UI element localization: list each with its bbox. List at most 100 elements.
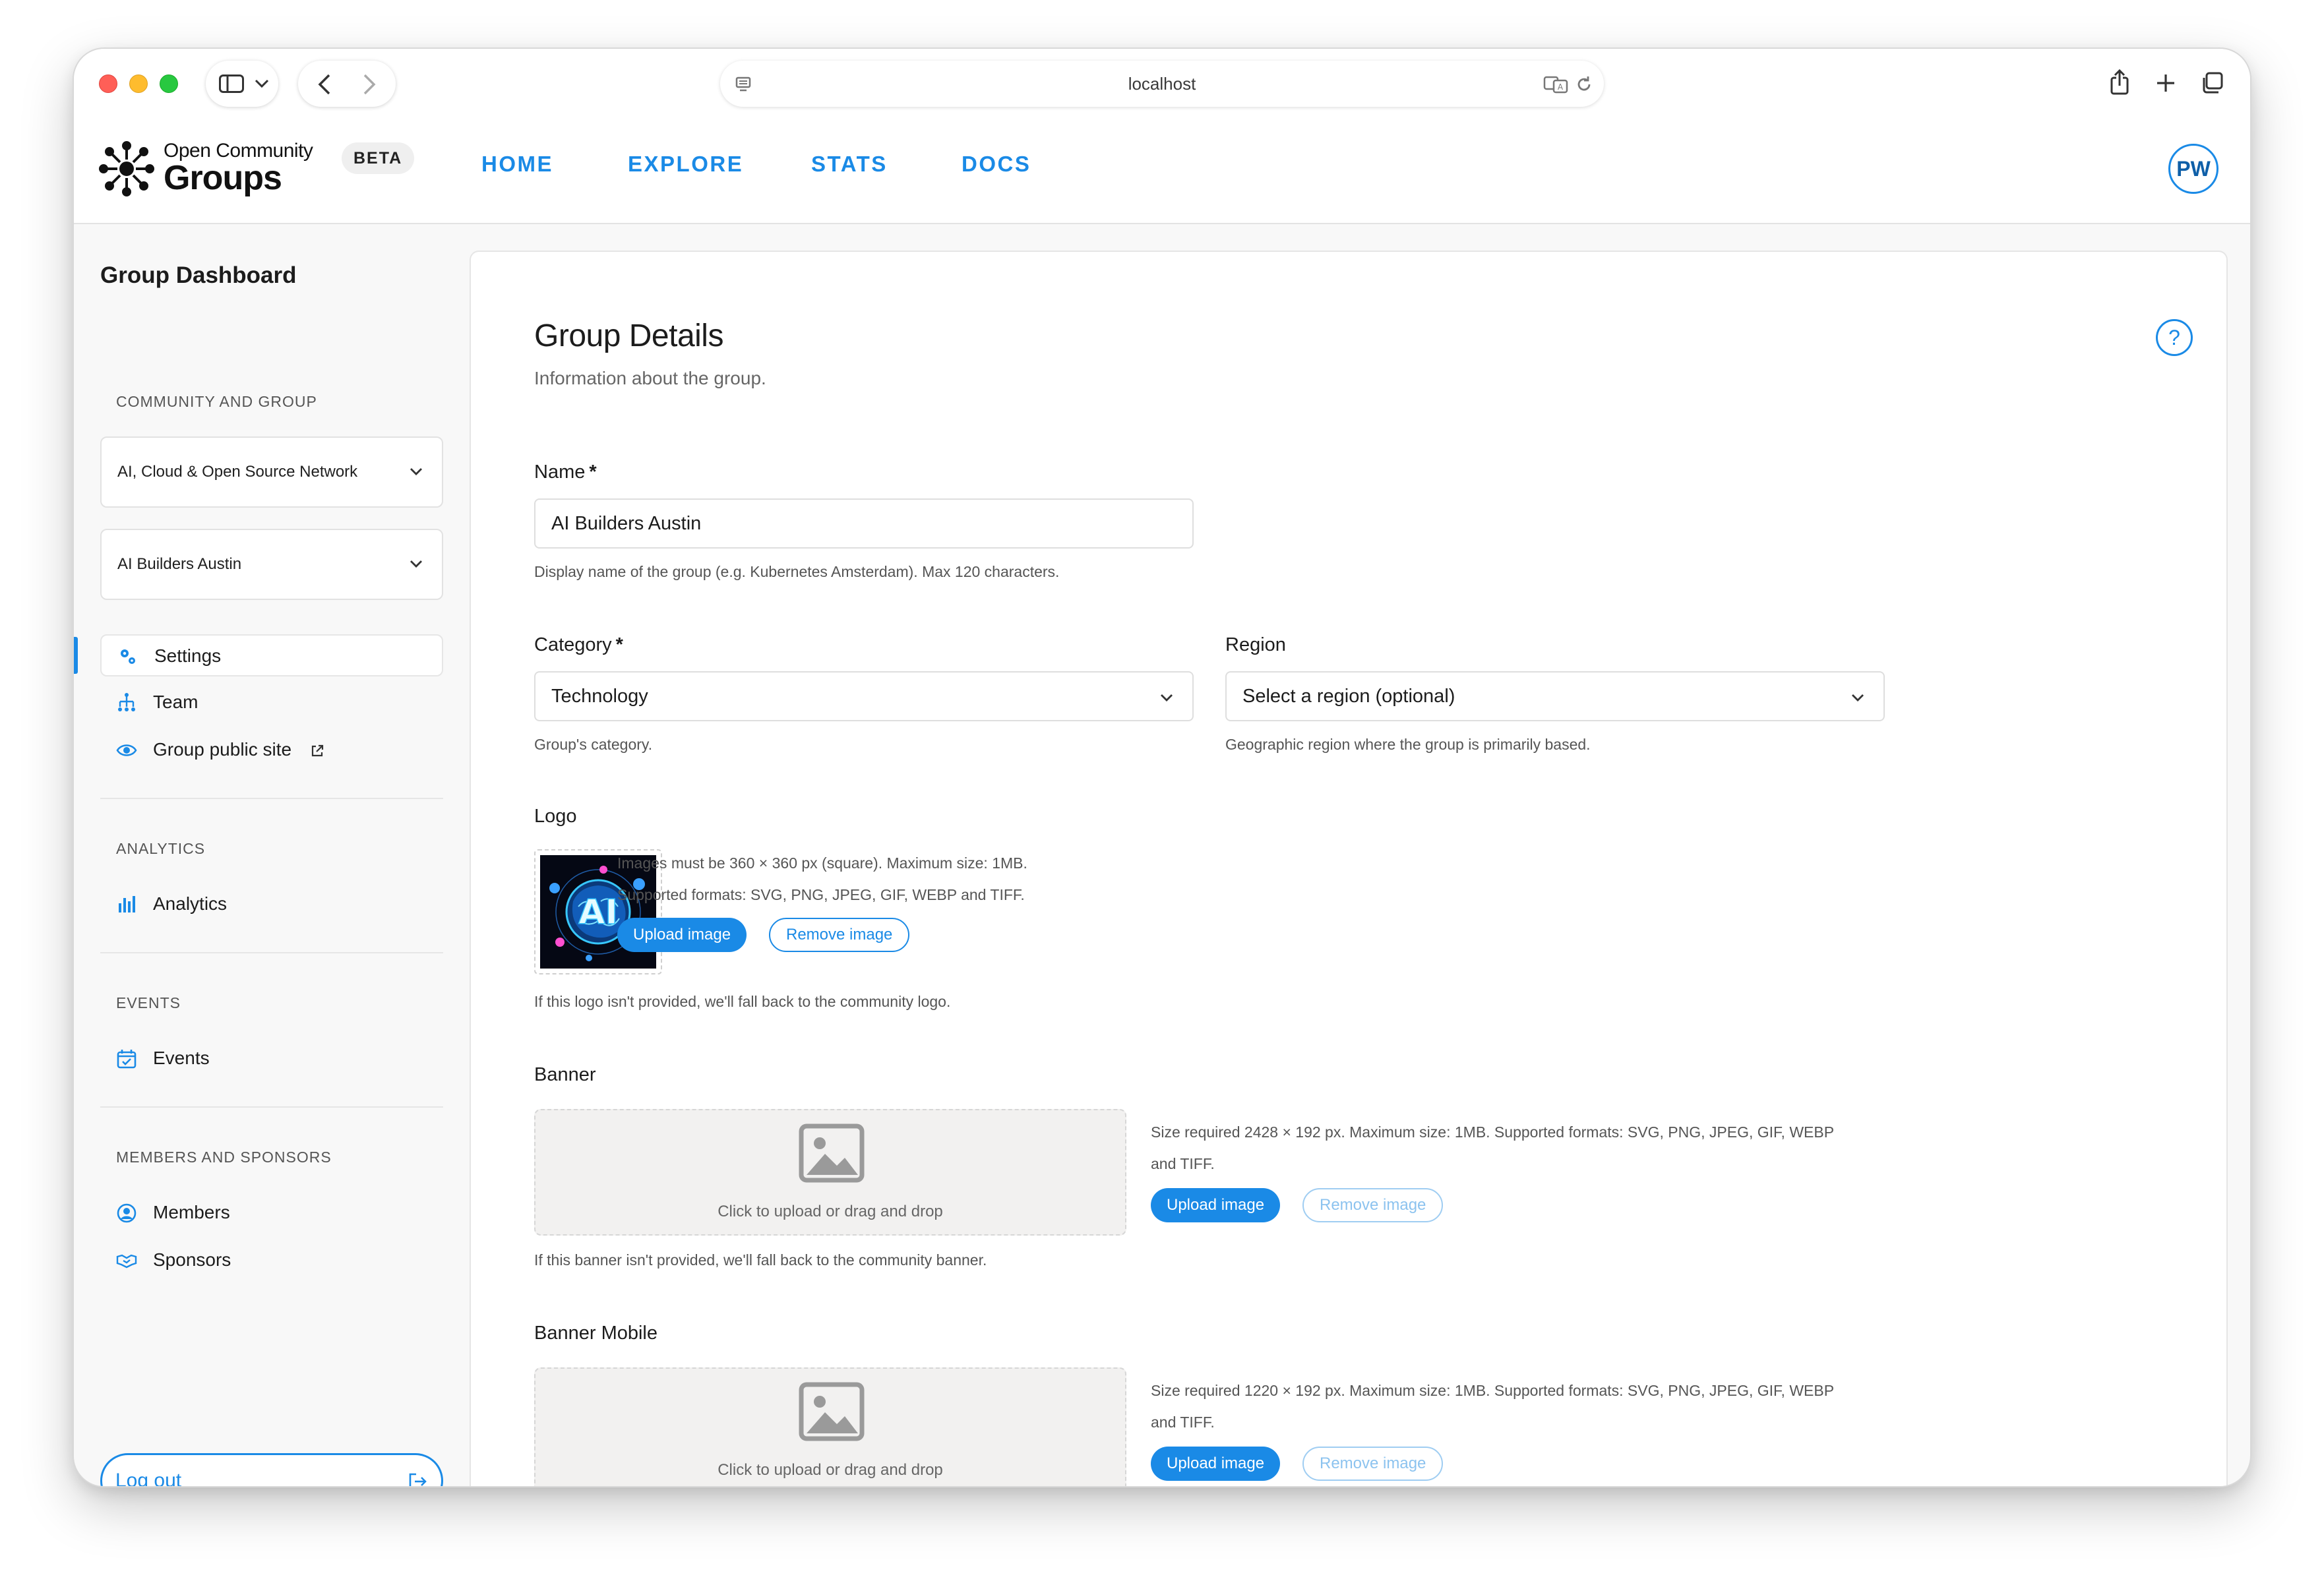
logout-button[interactable]: Log out	[100, 1453, 443, 1486]
banner-mobile-label: Banner Mobile	[534, 1323, 657, 1344]
nav-explore[interactable]: EXPLORE	[628, 152, 743, 177]
sidebar-item-label: Settings	[154, 645, 222, 666]
sidebar-item-label: Members	[153, 1202, 230, 1222]
category-select[interactable]: Technology	[534, 671, 1194, 721]
sidebar-item-analytics[interactable]: Analytics	[100, 883, 443, 926]
external-link-icon	[311, 744, 324, 757]
new-tab-icon[interactable]	[2155, 73, 2176, 94]
close-window-button[interactable]	[99, 75, 117, 93]
chevron-down-icon	[1161, 694, 1173, 702]
share-icon[interactable]	[2109, 69, 2130, 95]
banner-remove-button[interactable]: Remove image	[1302, 1188, 1444, 1222]
address-bar[interactable]: localhost A	[720, 61, 1604, 107]
banner-dropzone-text: Click to upload or drag and drop	[718, 1203, 943, 1220]
banner-hint: If this banner isn't provided, we'll fal…	[534, 1251, 987, 1269]
banner-mobile-dropzone[interactable]: Click to upload or drag and drop	[534, 1367, 1126, 1486]
banner-mobile-upload-button[interactable]: Upload image	[1151, 1447, 1281, 1481]
sidebar-title: Group Dashboard	[100, 262, 297, 288]
bar-chart-icon	[119, 896, 135, 912]
back-icon[interactable]	[318, 74, 331, 95]
brand-name-bottom: Groups	[164, 159, 282, 197]
section-analytics: ANALYTICS	[116, 840, 206, 857]
sidebar-item-label: Events	[153, 1048, 210, 1068]
sidebar-item-label: Analytics	[153, 893, 228, 914]
name-label: Name *	[534, 462, 597, 483]
required-marker: *	[589, 462, 597, 483]
sidebar-item-team[interactable]: Team	[100, 682, 443, 724]
eye-icon	[116, 744, 137, 756]
logo-remove-button[interactable]: Remove image	[769, 918, 910, 952]
name-input[interactable]: AI Builders Austin	[534, 498, 1194, 549]
sidebar: Group Dashboard COMMUNITY AND GROUP AI, …	[74, 225, 470, 1486]
logout-label: Log out	[115, 1470, 182, 1486]
sidebar-item-events[interactable]: Events	[100, 1038, 443, 1080]
site-header: Open Community Groups BETA HOME EXPLORE …	[74, 117, 2250, 224]
sidebar-divider	[100, 798, 443, 799]
sidebar-item-group-public-site[interactable]: Group public site	[100, 729, 443, 771]
forward-icon[interactable]	[363, 74, 376, 95]
group-details-panel: Group Details Information about the grou…	[470, 251, 2228, 1486]
banner-dropzone[interactable]: Click to upload or drag and drop	[534, 1109, 1126, 1236]
org-chart-icon	[118, 693, 135, 711]
region-hint: Geographic region where the group is pri…	[1225, 736, 1591, 753]
svg-text:A: A	[1558, 82, 1564, 92]
name-hint: Display name of the group (e.g. Kubernet…	[534, 563, 1060, 580]
history-nav-group	[298, 61, 396, 107]
sidebar-toggle-icon[interactable]	[219, 75, 244, 93]
reload-icon[interactable]	[1575, 75, 1593, 94]
banner-mobile-dropzone-text: Click to upload or drag and drop	[718, 1461, 943, 1479]
banner-label: Banner	[534, 1064, 596, 1085]
group-select-value: AI Builders Austin	[117, 555, 242, 573]
region-select[interactable]: Select a region (optional)	[1225, 671, 1885, 721]
help-icon[interactable]: ?	[2156, 319, 2193, 356]
section-community-and-group: COMMUNITY AND GROUP	[116, 393, 317, 410]
page-subtitle: Information about the group.	[534, 368, 766, 388]
community-select-value: AI, Cloud & Open Source Network	[117, 463, 358, 481]
group-select[interactable]: AI Builders Austin	[100, 529, 443, 600]
sidebar-item-label: Group public site	[153, 739, 292, 760]
banner-upload-button[interactable]: Upload image	[1151, 1188, 1281, 1222]
nav-home[interactable]: HOME	[481, 152, 553, 177]
required-marker: *	[615, 634, 623, 655]
beta-badge: BETA	[342, 142, 415, 174]
sidebar-item-members[interactable]: Members	[100, 1192, 443, 1234]
calendar-icon	[117, 1050, 137, 1069]
brand-logo-icon[interactable]	[99, 141, 154, 196]
sign-out-icon	[409, 1473, 427, 1486]
banner-mobile-remove-button[interactable]: Remove image	[1302, 1447, 1444, 1481]
banner-info-line1: Size required 2428 × 192 px. Maximum siz…	[1151, 1123, 1835, 1141]
user-avatar[interactable]: PW	[2168, 144, 2218, 194]
banner-mobile-info-line1: Size required 1220 × 192 px. Maximum siz…	[1151, 1382, 1835, 1399]
category-hint: Group's category.	[534, 736, 653, 753]
sidebar-divider	[100, 1106, 443, 1108]
user-circle-icon	[117, 1203, 137, 1223]
zoom-window-button[interactable]	[160, 75, 178, 93]
name-input-value: AI Builders Austin	[551, 513, 702, 534]
nav-stats[interactable]: STATS	[811, 152, 888, 177]
nav-docs[interactable]: DOCS	[962, 152, 1031, 177]
page-title: Group Details	[534, 318, 723, 353]
chevron-down-icon[interactable]	[255, 79, 269, 88]
community-select[interactable]: AI, Cloud & Open Source Network	[100, 436, 443, 508]
logo-info-line1: Images must be 360 × 360 px (square). Ma…	[617, 854, 1027, 872]
tab-overview-icon[interactable]	[2200, 71, 2224, 95]
category-select-value: Technology	[551, 686, 648, 707]
chevron-down-icon	[1852, 694, 1864, 702]
minimize-window-button[interactable]	[129, 75, 148, 93]
translate-icon[interactable]: A	[1543, 75, 1570, 94]
image-placeholder-icon	[799, 1382, 865, 1441]
image-placeholder-icon	[799, 1123, 865, 1183]
logo-info-line2: Supported formats: SVG, PNG, JPEG, GIF, …	[617, 886, 1025, 903]
banner-mobile-info-line2: and TIFF.	[1151, 1414, 1215, 1431]
banner-info-line2: and TIFF.	[1151, 1155, 1215, 1172]
url-text: localhost	[1128, 74, 1196, 94]
section-events: EVENTS	[116, 994, 181, 1011]
sidebar-item-settings[interactable]: Settings	[100, 634, 443, 676]
chevron-down-icon	[410, 468, 422, 475]
sidebar-divider	[100, 952, 443, 953]
sidebar-item-label: Team	[153, 692, 199, 712]
logo-label: Logo	[534, 806, 577, 827]
sidebar-item-sponsors[interactable]: Sponsors	[100, 1240, 443, 1282]
logo-upload-button[interactable]: Upload image	[617, 918, 747, 952]
sidebar-toggle-group	[206, 61, 278, 107]
